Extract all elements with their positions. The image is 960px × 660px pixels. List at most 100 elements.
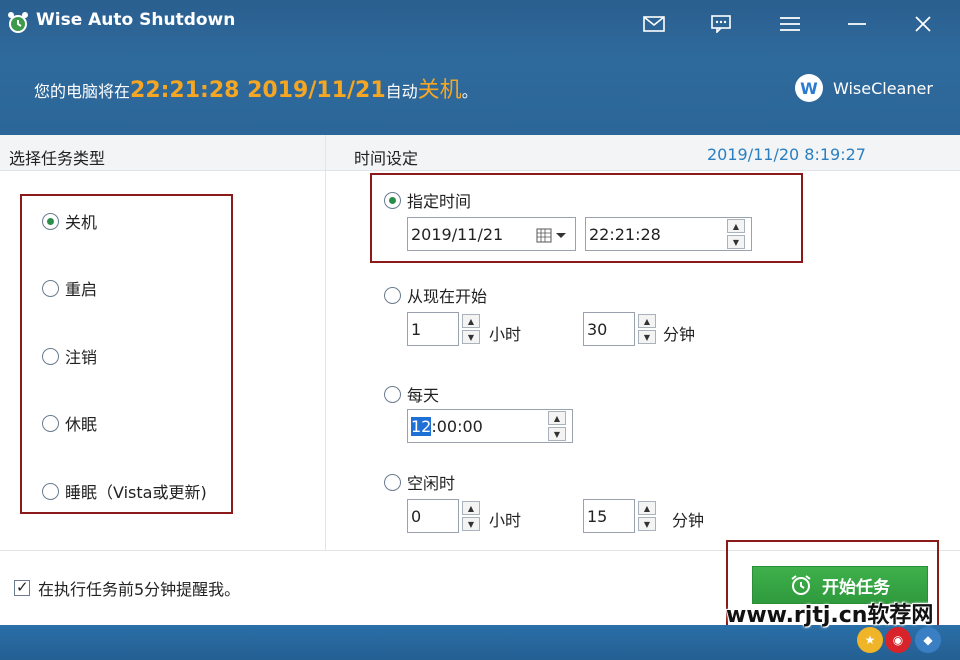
date-picker[interactable]: 2019/11/21 xyxy=(407,217,576,251)
minutes-value: 15 xyxy=(587,506,608,526)
task-type-header: 选择任务类型 xyxy=(9,149,106,168)
task-option-sleep[interactable]: 睡眠（Vista或更新) xyxy=(42,479,207,503)
idle-minutes-spinner[interactable]: ▲ ▼ xyxy=(638,499,658,533)
main-content: 选择任务类型 时间设定 2019/11/20 8:19:27 关机 重启 注销 … xyxy=(0,135,960,625)
feedback-button[interactable] xyxy=(704,9,738,39)
calendar-dropdown-icon[interactable] xyxy=(536,227,568,243)
spin-up-icon[interactable]: ▲ xyxy=(638,314,656,328)
watermark-text: www.rjtj.cn软荐网 xyxy=(726,603,934,628)
status-prefix: 您的电脑将在 xyxy=(34,82,131,101)
window-title: Wise Auto Shutdown xyxy=(36,10,236,30)
star-icon[interactable]: ★ xyxy=(857,627,883,653)
tieba-icon[interactable]: ◆ xyxy=(915,627,941,653)
shutdown-status: 您的电脑将在22:21:28 2019/11/21自动关机。 xyxy=(34,72,478,104)
mail-icon xyxy=(643,16,665,32)
spin-down-icon[interactable]: ▼ xyxy=(638,330,656,344)
spin-down-icon[interactable]: ▼ xyxy=(638,517,656,531)
time-value: 22:21:28 xyxy=(589,224,661,244)
minutes-value: 30 xyxy=(587,319,608,339)
hamburger-menu-icon xyxy=(780,17,800,31)
spin-up-icon[interactable]: ▲ xyxy=(462,314,480,328)
mail-button[interactable] xyxy=(637,9,671,39)
from-now-hours-spinner[interactable]: ▲ ▼ xyxy=(462,312,482,346)
time-mode-from-now[interactable]: 从现在开始 xyxy=(384,283,487,307)
time-mode-label: 指定时间 xyxy=(407,192,472,211)
hours-value: 0 xyxy=(411,506,422,526)
idle-minutes-input[interactable]: 15 xyxy=(583,499,635,533)
minutes-unit-label: 分钟 xyxy=(663,325,696,344)
hours-unit-label: 小时 xyxy=(489,325,522,344)
brand-name: WiseCleaner xyxy=(833,78,933,98)
task-option-label: 注销 xyxy=(65,348,98,367)
status-middle: 自动 xyxy=(385,82,418,101)
section-header-row: 选择任务类型 时间设定 2019/11/20 8:19:27 xyxy=(0,135,960,171)
idle-hours-spinner[interactable]: ▲ ▼ xyxy=(462,499,482,533)
radio-icon xyxy=(42,414,59,432)
close-button[interactable] xyxy=(906,9,940,39)
remind-label: 在执行任务前5分钟提醒我。 xyxy=(38,580,241,599)
status-datetime: 22:21:28 2019/11/21 xyxy=(130,78,386,103)
specified-time-spinner[interactable]: ▲ ▼ xyxy=(727,217,747,251)
current-time: 2019/11/20 8:19:27 xyxy=(707,145,866,164)
title-bar: Wise Auto Shutdown 您的电脑将在22:21:28 2019/1… xyxy=(0,0,960,135)
task-option-shutdown[interactable]: 关机 xyxy=(42,209,97,233)
spin-up-icon[interactable]: ▲ xyxy=(548,411,566,425)
wisecleaner-logo-icon: W xyxy=(795,74,823,102)
task-option-hibernate[interactable]: 休眠 xyxy=(42,411,97,435)
weibo-icon[interactable]: ◉ xyxy=(885,627,911,653)
daily-time-spinner[interactable]: ▲ ▼ xyxy=(548,409,568,443)
hours-value: 1 xyxy=(411,319,422,339)
spin-up-icon[interactable]: ▲ xyxy=(727,219,745,233)
spin-up-icon[interactable]: ▲ xyxy=(462,501,480,515)
task-option-label: 睡眠（Vista或更新) xyxy=(65,483,207,502)
hours-unit-label: 小时 xyxy=(489,511,522,530)
alarm-clock-app-icon xyxy=(8,12,28,33)
spin-up-icon[interactable]: ▲ xyxy=(638,501,656,515)
task-option-label: 关机 xyxy=(65,213,98,232)
date-value: 2019/11/21 xyxy=(411,224,504,244)
radio-icon xyxy=(42,347,59,365)
alarm-clock-icon xyxy=(791,575,811,595)
time-mode-label: 每天 xyxy=(407,386,440,405)
minutes-unit-label: 分钟 xyxy=(672,511,705,530)
radio-icon xyxy=(42,279,59,297)
time-mode-daily[interactable]: 每天 xyxy=(384,382,439,406)
task-option-label: 重启 xyxy=(65,280,98,299)
chat-icon xyxy=(711,15,731,33)
from-now-minutes-input[interactable]: 30 xyxy=(583,312,635,346)
task-option-label: 休眠 xyxy=(65,415,98,434)
radio-selected-icon xyxy=(42,212,59,230)
status-suffix: 。 xyxy=(461,82,478,101)
radio-icon xyxy=(384,385,401,403)
time-mode-label: 空闲时 xyxy=(407,474,456,493)
time-mode-idle[interactable]: 空闲时 xyxy=(384,470,455,494)
close-icon xyxy=(915,16,931,32)
menu-button[interactable] xyxy=(773,9,807,39)
minimize-icon xyxy=(848,23,866,25)
time-rest-segment: :00:00 xyxy=(431,416,483,436)
spin-down-icon[interactable]: ▼ xyxy=(462,517,480,531)
column-divider xyxy=(325,135,326,550)
remind-checkbox[interactable]: 在执行任务前5分钟提醒我。 xyxy=(14,576,240,600)
spin-down-icon[interactable]: ▼ xyxy=(462,330,480,344)
time-mode-label: 从现在开始 xyxy=(407,287,488,306)
bottom-bar xyxy=(0,625,960,660)
minimize-button[interactable] xyxy=(840,9,874,39)
radio-icon xyxy=(384,286,401,304)
from-now-hours-input[interactable]: 1 xyxy=(407,312,459,346)
idle-hours-input[interactable]: 0 xyxy=(407,499,459,533)
from-now-minutes-spinner[interactable]: ▲ ▼ xyxy=(638,312,658,346)
task-option-restart[interactable]: 重启 xyxy=(42,276,97,300)
time-setting-header: 时间设定 xyxy=(354,149,419,168)
selected-hour-segment: 12 xyxy=(411,416,432,436)
task-option-logoff[interactable]: 注销 xyxy=(42,344,97,368)
radio-icon xyxy=(384,473,401,491)
radio-selected-icon xyxy=(384,191,401,209)
radio-icon xyxy=(42,482,59,500)
start-task-label: 开始任务 xyxy=(822,577,890,598)
wisecleaner-brand[interactable]: W WiseCleaner xyxy=(795,74,933,102)
status-action: 关机 xyxy=(417,78,462,103)
spin-down-icon[interactable]: ▼ xyxy=(727,235,745,249)
spin-down-icon[interactable]: ▼ xyxy=(548,427,566,441)
time-mode-specified[interactable]: 指定时间 xyxy=(384,188,471,212)
